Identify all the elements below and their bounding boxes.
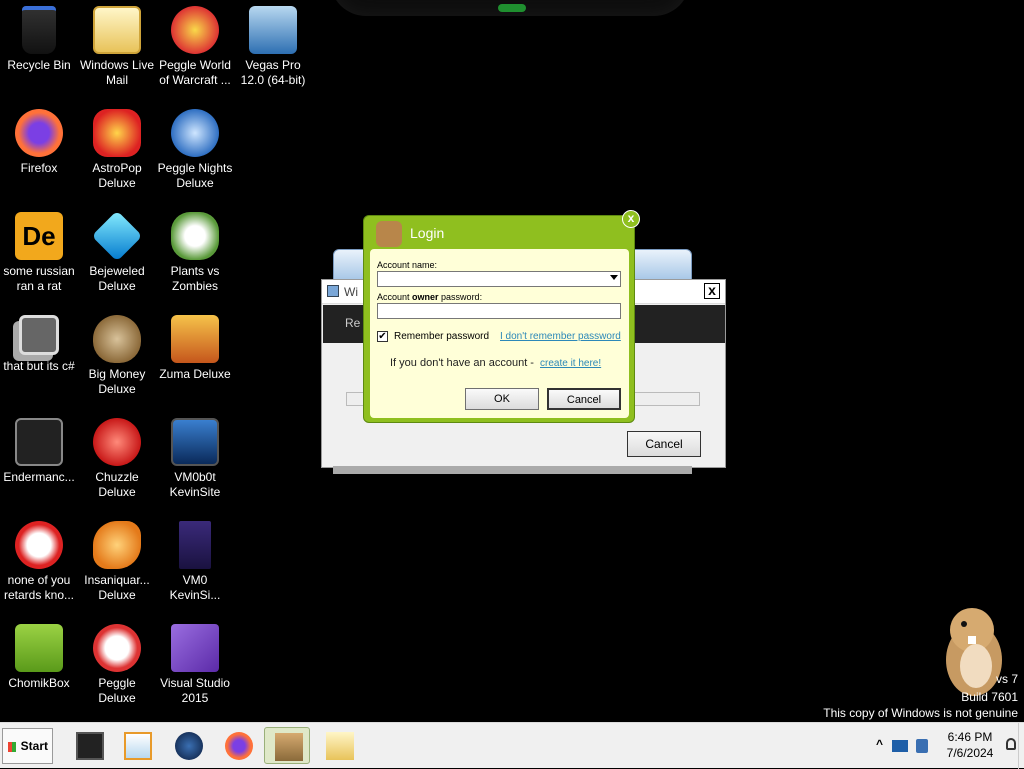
desktop-icon-zuma[interactable]: Zuma Deluxe: [156, 309, 234, 382]
close-button[interactable]: x: [704, 283, 720, 299]
remember-password-label: Remember password: [394, 331, 490, 342]
window-icon: [327, 285, 339, 297]
show-desktop-button[interactable]: [1018, 723, 1024, 769]
chomikbox-icon: [376, 221, 402, 247]
firefox-file-icon: [179, 521, 211, 569]
desktop-icon-recycle-bin[interactable]: Recycle Bin: [0, 0, 78, 73]
clock-date: 7/6/2024: [946, 746, 994, 760]
desktop-icon-none-of-you[interactable]: none of you retards kno...: [0, 515, 78, 603]
volume-icon[interactable]: [916, 739, 928, 753]
zuma-icon: [171, 315, 219, 363]
chuzzle-icon: [93, 418, 141, 466]
chomikbox-icon: [275, 733, 303, 761]
recycle-bin-icon: [22, 6, 56, 54]
desktop-icon-that-but-its-csharp[interactable]: that but its c#: [0, 309, 78, 374]
peggle-nights-icon: [171, 109, 219, 157]
taskbar-button-monitor[interactable]: [66, 727, 112, 764]
background-cancel-button[interactable]: Cancel: [627, 431, 701, 457]
desktop-icon-astropop[interactable]: AstroPop Deluxe: [78, 103, 156, 191]
firefox-icon: [15, 109, 63, 157]
desktop-icon-vm0b0t-kevinsite[interactable]: VM0b0t KevinSite: [156, 412, 234, 500]
terminal-icon: [15, 418, 63, 466]
top-gadget: [330, 0, 690, 16]
background-window-bottom: [333, 466, 692, 474]
mail-icon: [326, 732, 354, 760]
desktop-icon-plants-vs-zombies[interactable]: Plants vs Zombies: [156, 206, 234, 294]
close-button[interactable]: x: [622, 210, 640, 228]
money-bag-icon: [93, 315, 141, 363]
peggle-deluxe-icon: [93, 624, 141, 672]
desktop-icon-bejeweled[interactable]: Bejeweled Deluxe: [78, 206, 156, 294]
account-name-combo[interactable]: [377, 271, 621, 287]
taskbar-button-globe[interactable]: [165, 727, 211, 764]
desktop-icon-russian-rat[interactable]: De some russian ran a rat: [0, 206, 78, 294]
desktop-icon-firefox[interactable]: Firefox: [0, 103, 78, 176]
desktop-icon-chomikbox[interactable]: ChomikBox: [0, 618, 78, 691]
desktop-icon-chuzzle[interactable]: Chuzzle Deluxe: [78, 412, 156, 500]
cancel-button[interactable]: Cancel: [547, 388, 621, 410]
chevron-down-icon[interactable]: [610, 275, 618, 280]
mail-icon: [93, 6, 141, 54]
ok-button[interactable]: OK: [465, 388, 539, 410]
fish-icon: [93, 521, 141, 569]
desktop-icon-peggle-wow[interactable]: Peggle World of Warcraft ...: [156, 0, 234, 88]
background-window-banner-text: Re: [345, 316, 361, 330]
tray-expand-chevron-icon[interactable]: ^: [876, 737, 883, 751]
plants-icon: [171, 212, 219, 260]
account-name-label: Account name:: [377, 260, 438, 270]
clock[interactable]: 6:46 PM 7/6/2024: [940, 729, 1000, 761]
password-field[interactable]: [377, 303, 621, 319]
windows-flag-icon: [8, 742, 16, 752]
no-account-text: If you don't have an account -: [390, 357, 534, 369]
desktop-icon-windows-live-mail[interactable]: Windows Live Mail: [78, 0, 156, 88]
desktop-icon-vm0-kevinsite[interactable]: VM0 KevinSi...: [156, 515, 234, 603]
desktop-icon-peggle-deluxe[interactable]: Peggle Deluxe: [78, 618, 156, 706]
login-dialog: Login x Account name: Account owner pass…: [363, 210, 640, 423]
vm-screen-icon: [171, 418, 219, 466]
dragon-icon: [15, 521, 63, 569]
taskbar-button-firefox[interactable]: [215, 727, 261, 764]
visual-studio-icon: [171, 624, 219, 672]
taskbar-button-chomikbox[interactable]: [264, 727, 310, 764]
watermark-line-1: vs 7: [995, 672, 1018, 686]
windows-stack-icon: [19, 315, 59, 355]
login-title: Login: [410, 225, 445, 241]
start-label: Start: [20, 739, 48, 753]
forgot-password-link[interactable]: I don't remember password: [500, 331, 621, 342]
desktop-icon-peggle-nights[interactable]: Peggle Nights Deluxe: [156, 103, 234, 191]
background-window-title: Wi: [344, 285, 358, 299]
peggle-icon: [171, 6, 219, 54]
desktop-icon-insaniquarium[interactable]: Insaniquar... Deluxe: [78, 515, 156, 603]
desktop-icon-vegas-pro[interactable]: Vegas Pro 12.0 (64-bit): [234, 0, 312, 88]
monitor-icon: [76, 732, 104, 760]
system-tray: ^: [872, 731, 932, 761]
gem-icon: [91, 210, 143, 262]
start-button[interactable]: Start: [2, 728, 53, 764]
chomikbox-icon: [15, 624, 63, 672]
watermark-line-2: Build 7601: [961, 690, 1018, 704]
password-label: Account owner password:: [377, 292, 483, 302]
desktop-icon-visual-studio[interactable]: Visual Studio 2015: [156, 618, 234, 706]
action-center-icon[interactable]: [892, 740, 908, 752]
create-account-link[interactable]: create it here!: [540, 358, 601, 369]
remember-password-checkbox[interactable]: ✔: [377, 331, 388, 342]
login-form: Account name: Account owner password: ✔ …: [370, 249, 629, 418]
media-player-icon: [124, 732, 152, 760]
taskbar: Start ^ 6:46 PM 7/6/2024: [0, 722, 1024, 769]
taskbar-button-mail[interactable]: [316, 727, 362, 764]
de-icon: De: [15, 212, 63, 260]
globe-icon: [175, 732, 203, 760]
taskbar-button-media-player[interactable]: [114, 727, 160, 764]
gadget-indicator: [498, 4, 526, 12]
notification-icon[interactable]: [1006, 738, 1016, 750]
firefox-icon: [225, 732, 253, 760]
clock-time: 6:46 PM: [947, 730, 993, 744]
vegas-icon: [249, 6, 297, 54]
astropop-icon: [93, 109, 141, 157]
desktop-icon-endermanch[interactable]: Endermanc...: [0, 412, 78, 485]
desktop-icon-big-money[interactable]: Big Money Deluxe: [78, 309, 156, 397]
watermark-line-3: This copy of Windows is not genuine: [823, 706, 1018, 720]
